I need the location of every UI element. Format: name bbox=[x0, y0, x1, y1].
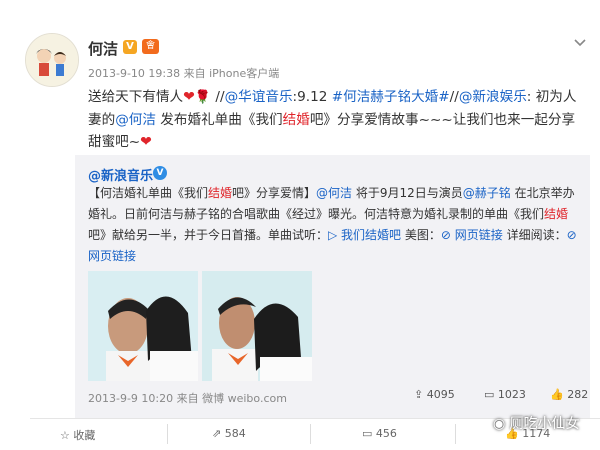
post-text-body2: 发布婚礼单曲《我们 bbox=[155, 112, 283, 128]
repost-share-button[interactable]: ⇪ 4095 bbox=[414, 388, 455, 401]
link-icon: ⊘ bbox=[566, 228, 577, 242]
post-text-date: :9.12 bbox=[292, 89, 332, 105]
forward-count: 584 bbox=[224, 427, 246, 440]
wedding-photo-2[interactable] bbox=[202, 271, 312, 381]
like-count: 282 bbox=[567, 388, 589, 401]
share-count: 4095 bbox=[426, 388, 455, 401]
verified-blue-icon: V bbox=[153, 166, 167, 180]
chevron-down-icon[interactable] bbox=[573, 36, 587, 50]
highlight-keyword: 结婚 bbox=[282, 112, 310, 128]
repost-text-3: 将于9月12日与演员 bbox=[352, 186, 463, 200]
heart-icon: ❤ bbox=[183, 89, 195, 105]
mention-hezhiming[interactable]: @赫子铭 bbox=[463, 186, 511, 200]
repost-comment-button[interactable]: ▭ 1023 bbox=[484, 388, 526, 401]
post-text-intro: 送给天下有情人 bbox=[88, 89, 184, 105]
song-link[interactable]: ▷ 我们结婚吧 bbox=[328, 228, 401, 242]
heart-icon: ❤ bbox=[140, 134, 152, 150]
comment-total: 456 bbox=[375, 427, 397, 440]
wechat-icon: ◉ bbox=[493, 416, 506, 432]
repost-text-1: 【何洁婚礼单曲《我们 bbox=[88, 186, 209, 200]
favorite-label: 收藏 bbox=[73, 429, 96, 442]
wedding-photo-1-image bbox=[88, 271, 198, 381]
web-link-1-label: 网页链接 bbox=[454, 228, 503, 242]
link-icon: ⊘ bbox=[440, 228, 451, 242]
repost-text: 【何洁婚礼单曲《我们结婚吧》分享爱情】@何洁 将于9月12日与演员@赫子铭 在北… bbox=[88, 183, 583, 267]
mention-hejie[interactable]: @何洁 bbox=[316, 186, 352, 200]
divider bbox=[310, 424, 311, 444]
wedding-photo-1[interactable] bbox=[88, 271, 198, 381]
thumbs-up-icon: 👍 bbox=[550, 388, 564, 401]
comment-icon: ▭ bbox=[362, 427, 373, 440]
watermark: ◉ 厕吃小仙女 bbox=[493, 413, 580, 433]
highlight-keyword: 结婚 bbox=[544, 207, 569, 221]
repost-text-2: 吧》分享爱情】 bbox=[232, 186, 317, 200]
mention-sina-ent[interactable]: @新浪娱乐 bbox=[459, 89, 527, 105]
post-text-slash: // bbox=[215, 89, 225, 105]
author-name[interactable]: 何洁 bbox=[88, 38, 118, 59]
watermark-text: 厕吃小仙女 bbox=[509, 416, 580, 432]
post-text: 送给天下有情人❤🌹 //@华谊音乐:9.12 #何洁赫子铭大婚#//@新浪娱乐:… bbox=[88, 86, 588, 153]
star-icon: ☆ bbox=[60, 429, 70, 442]
forward-icon: ⇗ bbox=[212, 427, 222, 440]
post-timestamp[interactable]: 2013-9-10 19:38 来自 iPhone客户端 bbox=[88, 65, 279, 81]
avatar-cartoon-image bbox=[26, 34, 78, 86]
divider bbox=[455, 424, 456, 444]
forward-button[interactable]: ⇗ 584 bbox=[212, 427, 246, 440]
repost-text-5: 吧》献给另一半，并于今日首播。单曲试听： bbox=[88, 228, 329, 242]
avatar[interactable] bbox=[25, 33, 79, 87]
verified-badge-icon: V bbox=[123, 40, 137, 54]
comment-button[interactable]: ▭ 456 bbox=[362, 427, 397, 440]
wedding-photo-2-image bbox=[202, 271, 312, 381]
web-link-2-label: 网页链接 bbox=[88, 249, 137, 263]
comment-icon: ▭ bbox=[484, 388, 495, 401]
favorite-button[interactable]: ☆ 收藏 bbox=[60, 427, 95, 443]
rose-icon: 🌹 bbox=[194, 90, 212, 105]
repost-text-7: 详细阅读： bbox=[502, 228, 567, 242]
mention-huayi-music[interactable]: @华谊音乐 bbox=[225, 89, 293, 105]
mention-hejie[interactable]: @何洁 bbox=[115, 112, 156, 128]
divider bbox=[167, 424, 168, 444]
repost-text-6: 美图： bbox=[401, 228, 441, 242]
web-link-1[interactable]: ⊘ 网页链接 bbox=[441, 228, 503, 242]
repost-author[interactable]: @新浪音乐 bbox=[88, 165, 153, 184]
repost-like-button[interactable]: 👍 282 bbox=[550, 388, 588, 401]
repost-timestamp[interactable]: 2013-9-9 10:20 来自 微博 weibo.com bbox=[88, 390, 287, 406]
highlight-keyword: 结婚 bbox=[208, 186, 233, 200]
comment-count: 1023 bbox=[497, 388, 526, 401]
hashtag-wedding[interactable]: #何洁赫子铭大婚# bbox=[332, 89, 450, 105]
share-icon: ⇪ bbox=[414, 388, 424, 401]
post-text-slash2: // bbox=[449, 89, 459, 105]
member-badge-icon: 會 bbox=[142, 39, 159, 54]
